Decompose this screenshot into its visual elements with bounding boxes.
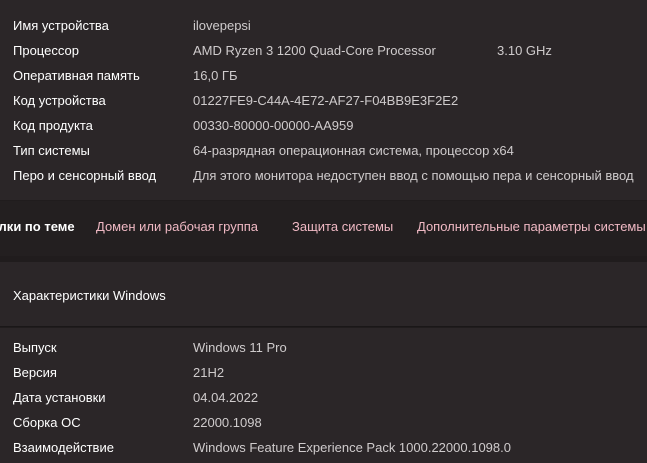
spec-label: Имя устройства	[13, 18, 109, 33]
win-row-experience: Взаимодействие Windows Feature Experienc…	[0, 435, 647, 460]
spec-value-frequency: 3.10 GHz	[497, 43, 552, 58]
spec-value: 04.04.2022	[193, 390, 259, 405]
spec-value: 01227FE9-C44A-4E72-AF27-F04BB9E3F2E2	[193, 93, 459, 108]
win-row-version: Версия 21H2	[0, 360, 647, 385]
related-links-heading: Ссылки по теме	[0, 219, 75, 234]
spec-value: 64-разрядная операционная система, проце…	[193, 143, 514, 158]
system-protection-link[interactable]: Защита системы	[292, 214, 393, 240]
spec-label: Взаимодействие	[13, 440, 114, 455]
spec-row-system-type: Тип системы 64-разрядная операционная си…	[0, 138, 647, 163]
spec-label: Дата установки	[13, 390, 106, 405]
spec-value: AMD Ryzen 3 1200 Quad-Core Processor	[193, 43, 436, 58]
spec-value: 16,0 ГБ	[193, 68, 238, 83]
spec-value: 21H2	[193, 365, 225, 380]
spec-value: 22000.1098	[193, 415, 262, 430]
spec-row-pen-touch: Перо и сенсорный ввод Для этого монитора…	[0, 163, 647, 188]
spec-row-device-name: Имя устройства ilovepepsi	[0, 13, 647, 38]
win-row-install-date: Дата установки 04.04.2022	[0, 385, 647, 410]
spec-value: Для этого монитора недоступен ввод с пом…	[193, 168, 634, 183]
win-row-edition: Выпуск Windows 11 Pro	[0, 335, 647, 360]
win-row-os-build: Сборка ОС 22000.1098	[0, 410, 647, 435]
spec-row-processor: Процессор AMD Ryzen 3 1200 Quad-Core Pro…	[0, 38, 647, 63]
spec-label: Оперативная память	[13, 68, 140, 83]
spec-label: Код продукта	[13, 118, 93, 133]
spec-label: Версия	[13, 365, 57, 380]
spec-value: Windows Feature Experience Pack 1000.220…	[193, 440, 511, 455]
spec-row-product-id: Код продукта 00330-80000-00000-AA959	[0, 113, 647, 138]
spec-row-ram: Оперативная память 16,0 ГБ	[0, 63, 647, 88]
domain-workgroup-link[interactable]: Домен или рабочая группа	[96, 214, 258, 240]
spec-label: Процессор	[13, 43, 79, 58]
windows-specs-title: Характеристики Windows	[13, 288, 166, 303]
spec-label: Тип системы	[13, 143, 90, 158]
spec-row-device-id: Код устройства 01227FE9-C44A-4E72-AF27-F…	[0, 88, 647, 113]
spec-value: 00330-80000-00000-AA959	[193, 118, 354, 133]
spec-label: Код устройства	[13, 93, 106, 108]
spec-label: Выпуск	[13, 340, 57, 355]
spec-value: ilovepepsi	[193, 18, 251, 33]
spec-value: Windows 11 Pro	[193, 340, 287, 355]
spec-label: Сборка ОС	[13, 415, 81, 430]
spec-label: Перо и сенсорный ввод	[13, 168, 157, 183]
advanced-system-settings-link[interactable]: Дополнительные параметры системы	[417, 214, 646, 240]
